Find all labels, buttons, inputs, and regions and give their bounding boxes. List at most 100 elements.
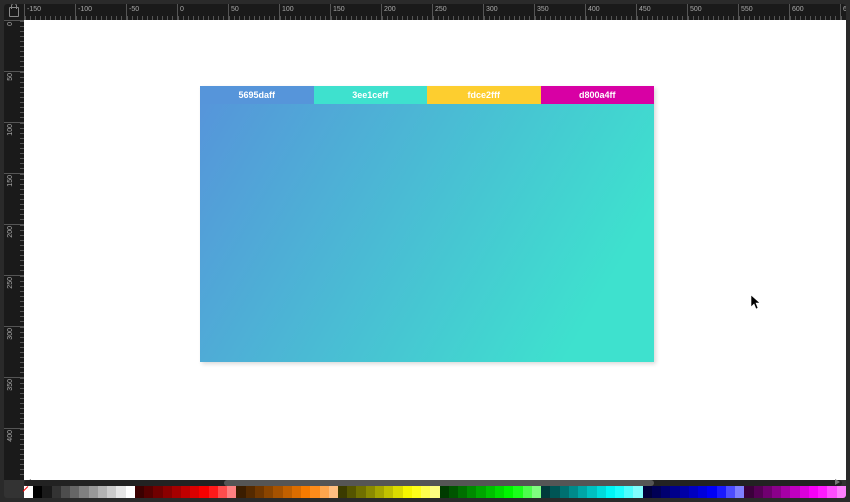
palette-color[interactable] [717,486,726,498]
palette-color[interactable] [61,486,70,498]
palette-color[interactable] [181,486,190,498]
palette-color[interactable] [661,486,670,498]
palette-color[interactable] [781,486,790,498]
palette-color[interactable] [403,486,412,498]
palette-color[interactable] [366,486,375,498]
palette-color[interactable] [587,486,596,498]
palette-color[interactable] [615,486,624,498]
palette-color[interactable] [569,486,578,498]
color-palette[interactable] [24,486,846,498]
palette-color[interactable] [255,486,264,498]
palette-color[interactable] [643,486,652,498]
palette-color[interactable] [818,486,827,498]
palette-color[interactable] [42,486,51,498]
ruler-vertical[interactable]: 050100150200250300350400 [4,20,24,480]
ruler-horizontal[interactable]: -150-100-5005010015020025030035040045050… [24,4,846,20]
palette-color[interactable] [523,486,532,498]
color-swatch[interactable]: d800a4ff [541,86,655,104]
palette-color[interactable] [126,486,135,498]
color-swatch[interactable]: 5695daff [200,86,314,104]
palette-color[interactable] [670,486,679,498]
palette-color[interactable] [338,486,347,498]
palette-color[interactable] [70,486,79,498]
palette-color[interactable] [458,486,467,498]
palette-color[interactable] [504,486,513,498]
palette-color[interactable] [98,486,107,498]
palette-color[interactable] [541,486,550,498]
palette-color[interactable] [735,486,744,498]
palette-color[interactable] [689,486,698,498]
palette-color[interactable] [763,486,772,498]
palette-color[interactable] [79,486,88,498]
palette-color[interactable] [707,486,716,498]
palette-color[interactable] [550,486,559,498]
palette-color[interactable] [199,486,208,498]
palette-color[interactable] [652,486,661,498]
palette-color[interactable] [384,486,393,498]
palette-color[interactable] [393,486,402,498]
palette-color[interactable] [513,486,522,498]
palette-color[interactable] [246,486,255,498]
palette-color[interactable] [560,486,569,498]
palette-color[interactable] [532,486,541,498]
palette-color[interactable] [800,486,809,498]
palette-color[interactable] [89,486,98,498]
canvas[interactable]: 5695daff3ee1cefffdce2fffd800a4ff [24,20,846,480]
palette-color[interactable] [236,486,245,498]
palette-color[interactable] [495,486,504,498]
palette-color[interactable] [227,486,236,498]
palette-color[interactable] [310,486,319,498]
palette-color[interactable] [320,486,329,498]
palette-color[interactable] [144,486,153,498]
palette-color[interactable] [375,486,384,498]
palette-no-fill[interactable] [24,486,33,498]
palette-color[interactable] [107,486,116,498]
palette-color[interactable] [467,486,476,498]
palette-color[interactable] [754,486,763,498]
palette-color[interactable] [273,486,282,498]
palette-color[interactable] [163,486,172,498]
palette-color[interactable] [301,486,310,498]
palette-color[interactable] [744,486,753,498]
palette-color[interactable] [153,486,162,498]
palette-color[interactable] [356,486,365,498]
palette-color[interactable] [476,486,485,498]
palette-color[interactable] [486,486,495,498]
color-swatch[interactable]: fdce2fff [427,86,541,104]
palette-color[interactable] [606,486,615,498]
palette-color[interactable] [412,486,421,498]
color-swatch[interactable]: 3ee1ceff [314,86,428,104]
ruler-corner[interactable] [4,4,24,20]
palette-color[interactable] [680,486,689,498]
artboard[interactable]: 5695daff3ee1cefffdce2fffd800a4ff [200,86,654,362]
palette-color[interactable] [440,486,449,498]
scroll-right-icon[interactable] [835,479,840,485]
palette-color[interactable] [449,486,458,498]
palette-color[interactable] [172,486,181,498]
palette-color[interactable] [52,486,61,498]
palette-color[interactable] [347,486,356,498]
palette-color[interactable] [624,486,633,498]
palette-color[interactable] [283,486,292,498]
palette-color[interactable] [633,486,642,498]
palette-color[interactable] [597,486,606,498]
palette-color[interactable] [790,486,799,498]
palette-color[interactable] [578,486,587,498]
gradient-rectangle[interactable] [200,104,654,362]
palette-color[interactable] [209,486,218,498]
palette-color[interactable] [329,486,338,498]
palette-color[interactable] [698,486,707,498]
palette-color[interactable] [827,486,836,498]
palette-color[interactable] [190,486,199,498]
palette-color[interactable] [421,486,430,498]
palette-color[interactable] [292,486,301,498]
palette-color[interactable] [264,486,273,498]
palette-color[interactable] [135,486,144,498]
palette-color[interactable] [837,486,846,498]
palette-color[interactable] [772,486,781,498]
palette-color[interactable] [430,486,439,498]
palette-color[interactable] [218,486,227,498]
palette-color[interactable] [116,486,125,498]
palette-color[interactable] [809,486,818,498]
palette-color[interactable] [726,486,735,498]
